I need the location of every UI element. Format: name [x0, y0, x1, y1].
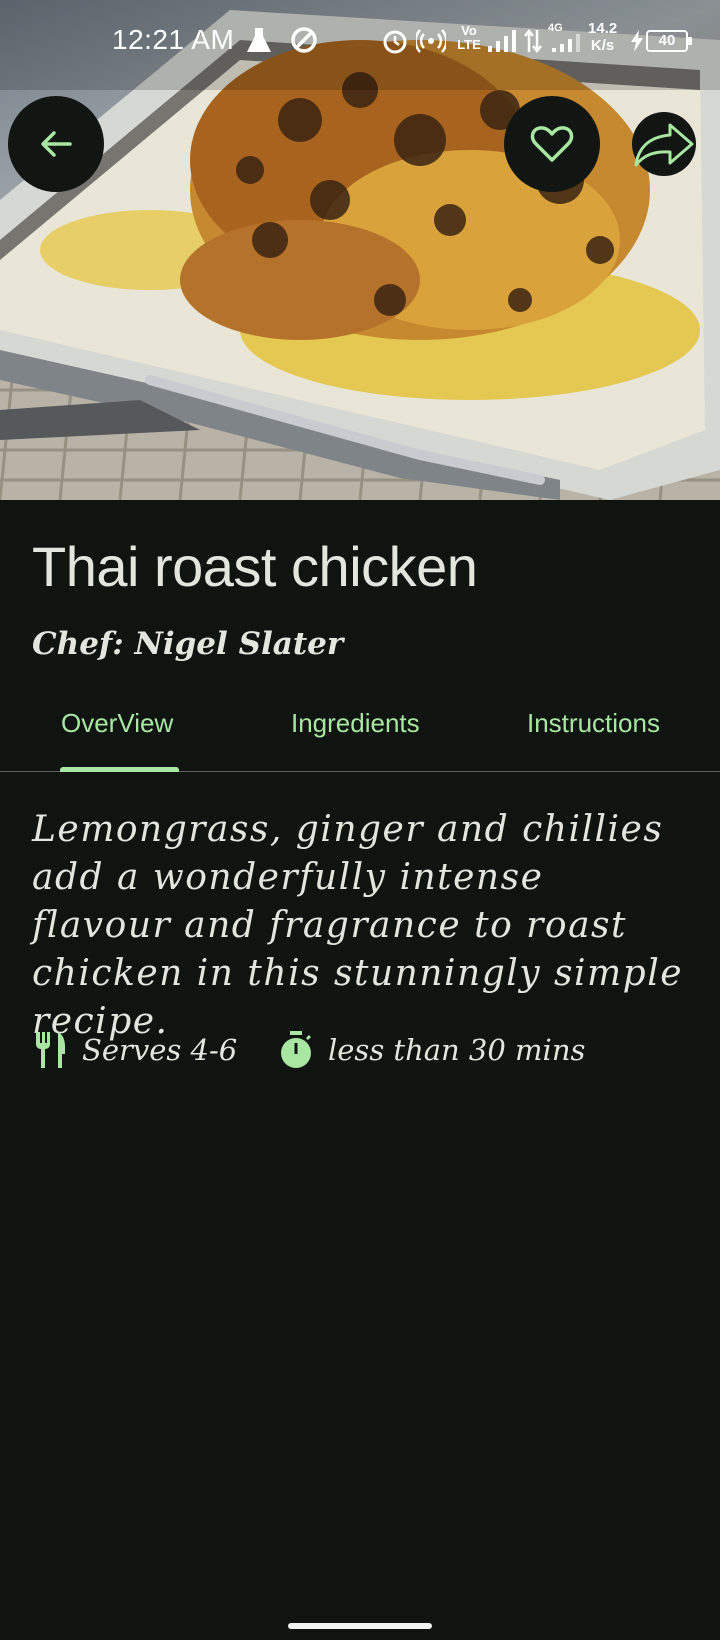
network-speed-unit: K/s: [590, 37, 615, 54]
favorite-button[interactable]: [504, 96, 600, 192]
alarm-icon: [383, 30, 407, 54]
back-button[interactable]: [8, 96, 104, 192]
data-transfer-icon: [524, 28, 542, 54]
flask-icon: [247, 28, 271, 52]
hotspot-icon: [416, 29, 446, 53]
tab-overview[interactable]: OverView: [61, 708, 173, 739]
timer-icon: [281, 1031, 312, 1068]
heart-outline-icon: [530, 126, 574, 162]
battery-indicator: 40: [646, 30, 692, 52]
network-speed: 14.2 K/s: [588, 20, 617, 54]
status-bar: 12:21 AM Vo LTE 4G 14.2 K/s 40: [0, 0, 720, 82]
signal-strength-icon: [488, 30, 516, 52]
network-speed-value: 14.2: [588, 20, 618, 37]
network-type-label: 4G: [548, 22, 563, 34]
serves-text: Serves 4-6: [82, 1033, 238, 1067]
time-info: less than 30 mins: [280, 1030, 585, 1070]
data-saver-icon: [291, 27, 317, 53]
recipe-title: Thai roast chicken: [32, 535, 478, 598]
restaurant-icon: [36, 1032, 65, 1068]
selected-tab-indicator: [60, 767, 179, 772]
charging-icon: [631, 30, 643, 52]
status-time: 12:21 AM: [112, 24, 235, 55]
tab-bar: OverView Ingredients Instructions: [0, 680, 720, 772]
share-icon: [634, 123, 694, 167]
share-button[interactable]: [632, 112, 696, 176]
serves-info: Serves 4-6: [34, 1030, 237, 1070]
arrow-back-icon: [41, 131, 72, 157]
tab-ingredients[interactable]: Ingredients: [291, 708, 420, 739]
recipe-description: Lemongrass, ginger and chillies add a wo…: [32, 809, 684, 1042]
home-indicator[interactable]: [288, 1623, 432, 1629]
recipe-chef: Chef: Nigel Slater: [32, 626, 344, 662]
time-text: less than 30 mins: [328, 1033, 586, 1067]
signal-strength-2-icon: [552, 34, 580, 52]
tab-instructions[interactable]: Instructions: [527, 708, 660, 739]
volte-icon: Vo LTE: [457, 23, 481, 52]
